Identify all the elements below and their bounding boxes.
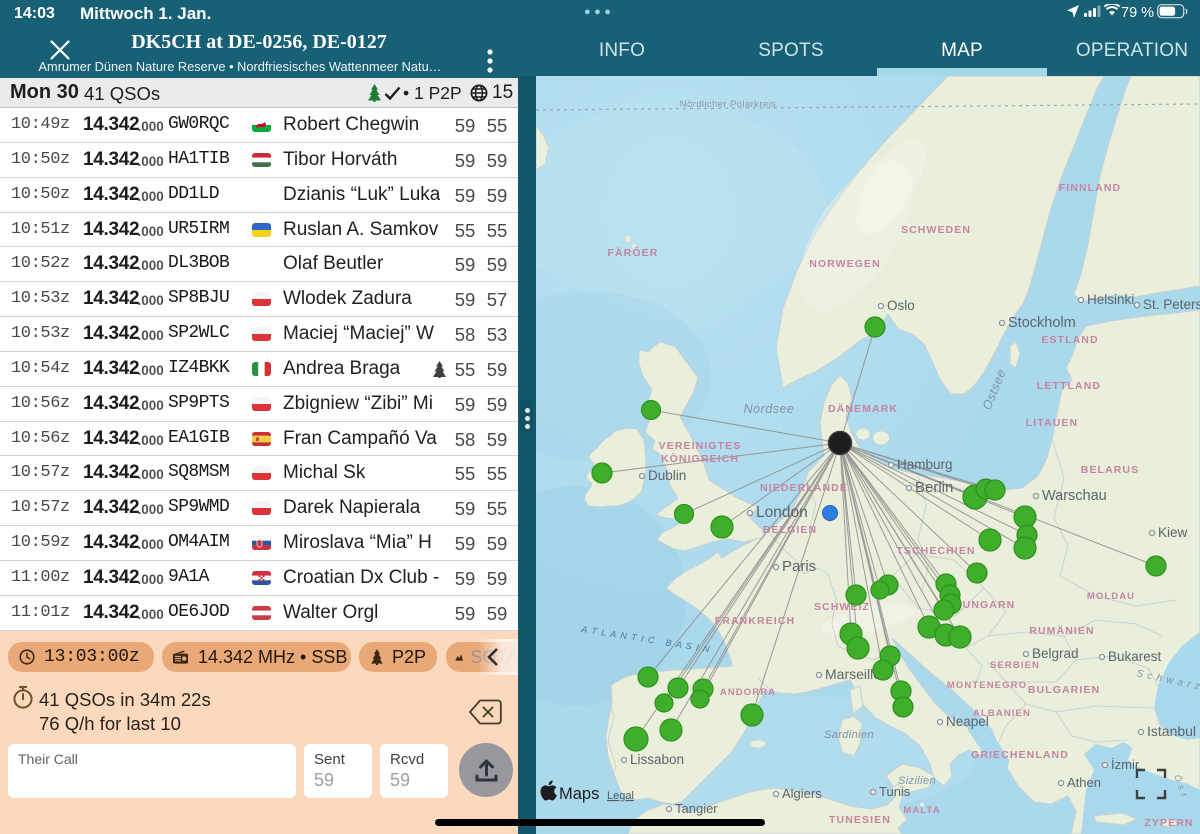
svg-text:VEREINIGTES: VEREINIGTES: [659, 440, 742, 452]
svg-text:Warschau: Warschau: [1042, 488, 1107, 504]
svg-text:Bukarest: Bukarest: [1108, 649, 1162, 664]
svg-text:Maps: Maps: [559, 785, 599, 803]
svg-text:TSCHECHIEN: TSCHECHIEN: [896, 545, 975, 557]
svg-text:MOLDAU: MOLDAU: [1087, 591, 1135, 602]
svg-text:Sardinien: Sardinien: [824, 729, 874, 741]
svg-text:RUMÄNIEN: RUMÄNIEN: [1029, 624, 1094, 637]
svg-text:Helsinki: Helsinki: [1087, 292, 1134, 307]
svg-text:FINNLAND: FINNLAND: [1059, 182, 1121, 194]
svg-text:Tunis: Tunis: [879, 784, 911, 799]
svg-text:Legal: Legal: [607, 790, 634, 802]
svg-text:DÄNEMARK: DÄNEMARK: [828, 402, 898, 415]
svg-text:Kiew: Kiew: [1158, 525, 1188, 540]
svg-text:Lissabon: Lissabon: [630, 752, 684, 767]
svg-text:Algiers: Algiers: [782, 786, 822, 801]
svg-text:İzmir: İzmir: [1111, 757, 1140, 772]
svg-text:BELGIEN: BELGIEN: [763, 524, 817, 536]
svg-text:GRIECHENLAND: GRIECHENLAND: [971, 749, 1069, 761]
svg-text:LITAUEN: LITAUEN: [1026, 417, 1078, 429]
svg-text:St. Petersb: St. Petersb: [1143, 297, 1200, 312]
svg-text:KÖNIGREICH: KÖNIGREICH: [661, 452, 739, 465]
svg-text:MALTA: MALTA: [903, 805, 940, 816]
svg-text:London: London: [756, 504, 808, 521]
svg-text:BULGARIEN: BULGARIEN: [1028, 684, 1100, 696]
svg-text:BELARUS: BELARUS: [1081, 464, 1139, 476]
svg-text:NORWEGEN: NORWEGEN: [809, 258, 881, 270]
svg-text:Hamburg: Hamburg: [897, 457, 953, 472]
svg-text:Athen: Athen: [1067, 775, 1101, 790]
svg-text:Dublin: Dublin: [648, 468, 686, 483]
svg-text:Berlin: Berlin: [915, 479, 953, 496]
svg-text:FÄRÖER: FÄRÖER: [608, 246, 659, 259]
svg-text:Stockholm: Stockholm: [1008, 315, 1076, 331]
svg-text:ZYPERN: ZYPERN: [1144, 817, 1193, 829]
svg-text:UNGARN: UNGARN: [963, 599, 1016, 611]
svg-text:MONTENEGRO: MONTENEGRO: [947, 680, 1027, 691]
svg-text:Istanbul: Istanbul: [1147, 723, 1196, 739]
svg-text:SCHWEDEN: SCHWEDEN: [901, 224, 971, 236]
svg-text:ESTLAND: ESTLAND: [1041, 334, 1098, 346]
svg-text:LETTLAND: LETTLAND: [1037, 380, 1101, 392]
svg-text:Neapel: Neapel: [946, 714, 989, 729]
svg-text:Tangier: Tangier: [675, 801, 718, 816]
svg-text:Belgrad: Belgrad: [1032, 646, 1079, 661]
svg-text:ANDORRA: ANDORRA: [720, 687, 776, 698]
svg-text:Nordsee: Nordsee: [744, 402, 795, 416]
svg-text:Paris: Paris: [782, 558, 816, 575]
svg-text:SERBIEN: SERBIEN: [990, 660, 1040, 671]
svg-text:NIEDERLANDE: NIEDERLANDE: [760, 482, 848, 494]
svg-text:FRANKREICH: FRANKREICH: [715, 615, 795, 627]
svg-text:Oslo: Oslo: [887, 298, 915, 313]
svg-text:TUNESIEN: TUNESIEN: [829, 814, 891, 826]
svg-text:Nördlicher Polarkreis: Nördlicher Polarkreis: [680, 99, 777, 110]
